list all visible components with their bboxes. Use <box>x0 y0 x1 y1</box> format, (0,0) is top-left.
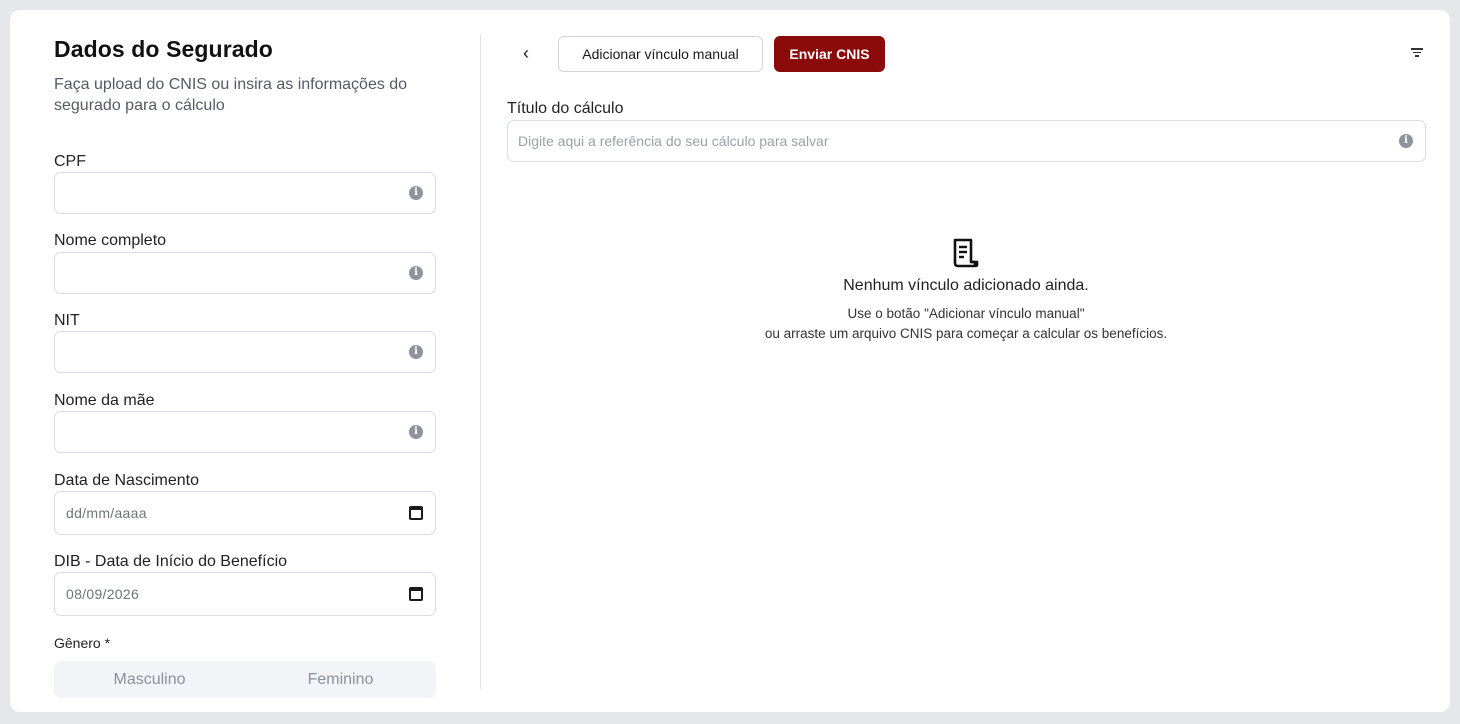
mother-name-label: Nome da mãe <box>54 392 155 409</box>
document-icon <box>953 238 979 268</box>
send-cnis-button[interactable]: Enviar CNIS <box>774 36 885 72</box>
insured-data-panel: Dados do Segurado Faça upload do CNIS ou… <box>54 34 437 698</box>
back-button[interactable]: ‹ <box>508 36 544 72</box>
gender-option-female[interactable]: Feminino <box>245 661 436 698</box>
empty-state: Nenhum vínculo adicionado ainda. Use o b… <box>508 238 1424 344</box>
info-icon[interactable]: i <box>409 266 423 280</box>
full-name-label: Nome completo <box>54 232 167 249</box>
info-icon[interactable]: i <box>409 425 423 439</box>
empty-state-line-2: ou arraste um arquivo CNIS para começar … <box>764 326 1168 341</box>
panel-title: Dados do Segurado <box>54 36 273 62</box>
calc-title-placeholder: Digite aqui a referência do seu cálculo … <box>518 133 829 149</box>
gender-option-male[interactable]: Masculino <box>54 661 245 698</box>
nit-input[interactable]: i <box>54 331 436 373</box>
birth-date-label: Data de Nascimento <box>54 472 199 489</box>
calc-title-label: Título do cálculo <box>507 100 624 117</box>
add-manual-link-button[interactable]: Adicionar vínculo manual <box>558 36 763 72</box>
calendar-icon[interactable] <box>409 506 423 520</box>
info-icon[interactable]: i <box>1399 134 1413 148</box>
empty-state-description: Use o botão "Adicionar vínculo manual" o… <box>508 304 1424 344</box>
calendar-icon[interactable] <box>409 587 423 601</box>
panel-subtitle: Faça upload do CNIS ou insira as informa… <box>54 76 408 114</box>
mother-name-input[interactable]: i <box>54 411 436 453</box>
birth-date-placeholder: dd/mm/aaaa <box>66 505 147 521</box>
empty-state-line-1: Use o botão "Adicionar vínculo manual" <box>847 306 1085 321</box>
gender-toggle: Masculino Feminino <box>54 661 436 698</box>
cpf-input[interactable]: i <box>54 172 436 214</box>
nit-label: NIT <box>54 312 80 329</box>
calc-title-input[interactable]: Digite aqui a referência do seu cálculo … <box>507 120 1426 162</box>
birth-date-input[interactable]: dd/mm/aaaa <box>54 491 436 535</box>
dib-value: 08/09/2026 <box>66 586 140 602</box>
dib-input[interactable]: 08/09/2026 <box>54 572 436 616</box>
panel-divider <box>480 34 481 689</box>
filter-icon[interactable] <box>1411 48 1423 60</box>
empty-state-title: Nenhum vínculo adicionado ainda. <box>843 277 1089 294</box>
main-card: Dados do Segurado Faça upload do CNIS ou… <box>10 10 1450 712</box>
cpf-label: CPF <box>54 153 86 170</box>
dib-label: DIB - Data de Início do Benefício <box>54 553 288 570</box>
info-icon[interactable]: i <box>409 186 423 200</box>
toolbar: ‹ Adicionar vínculo manual Enviar CNIS <box>508 36 1433 72</box>
full-name-input[interactable]: i <box>54 252 436 294</box>
info-icon[interactable]: i <box>409 345 423 359</box>
gender-label: Gênero * <box>54 635 111 651</box>
